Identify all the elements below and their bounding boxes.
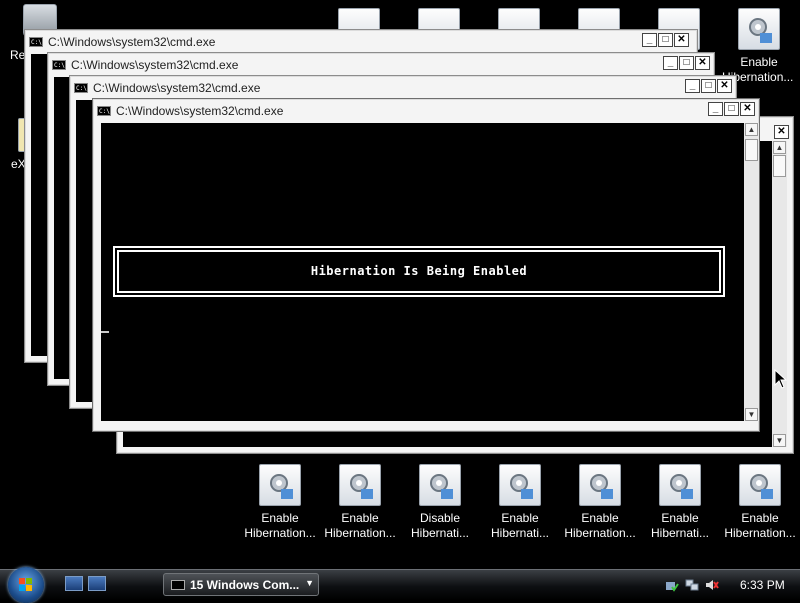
scroll-down-button[interactable]: ▼ [773,434,786,447]
clock[interactable]: 6:33 PM [740,578,785,592]
console-area[interactable]: Hibernation Is Being Enabled ▲ ▼ [101,123,759,421]
window-title: C:\Windows\system32\cmd.exe [93,81,261,95]
desktop-icon-top-6[interactable]: Enable Hibernation... [719,8,799,85]
scroll-down-button[interactable]: ▼ [745,408,758,421]
taskbar-group-label: 15 Windows Com... [190,577,300,592]
taskbar: 15 Windows Com... ▼ 6:33 PM [0,567,800,603]
network-icon[interactable] [685,578,699,592]
minimize-button[interactable]: _ [642,33,657,47]
gear-icon [419,464,461,506]
cmd-window-active[interactable]: C:\ C:\Windows\system32\cmd.exe _ □ ✕ Hi… [92,98,760,432]
icon-label-line2: Hibernati... [410,526,470,540]
chevron-down-icon: ▼ [305,578,314,588]
vertical-scrollbar[interactable]: ▲ ▼ [744,123,759,421]
icon-label-line1: Enable [581,511,619,525]
scroll-up-button[interactable]: ▲ [773,141,786,154]
desktop-icon-bottom-6[interactable]: Enable Hibernati... [640,464,720,541]
desktop-icon-bottom-4[interactable]: Enable Hibernati... [480,464,560,541]
minimize-button[interactable]: _ [685,79,700,93]
gear-icon [738,8,780,50]
window-title: C:\Windows\system32\cmd.exe [71,58,239,72]
maximize-button[interactable]: □ [658,33,673,47]
desktop-icon-bottom-1[interactable]: Enable Hibernation... [240,464,320,541]
icon-label-line2: Hibernation... [324,526,396,540]
icon-label-line2: Hibernati... [650,526,710,540]
cmd-icon: C:\ [97,106,111,116]
text-cursor [101,331,109,333]
window-title: C:\Windows\system32\cmd.exe [116,104,284,118]
maximize-button[interactable]: □ [724,102,739,116]
maximize-button[interactable]: □ [701,79,716,93]
gear-icon [739,464,781,506]
desktop-icon-bottom-3[interactable]: Disable Hibernati... [400,464,480,541]
cmd-icon: C:\ [52,60,66,70]
window-title: C:\Windows\system32\cmd.exe [48,35,216,49]
minimize-button[interactable]: _ [708,102,723,116]
cmd-icon: C:\ [29,37,43,47]
close-button[interactable]: ✕ [774,125,789,139]
cmd-icon: C:\ [74,83,88,93]
message-frame: Hibernation Is Being Enabled [113,246,725,297]
icon-label-line2: Hibernation... [564,526,636,540]
icon-label-line2: Hibernation... [244,526,316,540]
icon-label-line1: Disable [419,511,461,525]
close-button[interactable]: ✕ [740,102,755,116]
cmd-icon [171,579,185,590]
start-button[interactable] [8,567,44,603]
volume-muted-icon[interactable] [705,578,719,592]
scroll-up-button[interactable]: ▲ [745,123,758,136]
close-button[interactable]: ✕ [717,79,732,93]
top-icon-label-line1: Enable [740,55,778,69]
title-bar[interactable]: C:\ C:\Windows\system32\cmd.exe _ □ ✕ [52,56,710,74]
gear-icon [339,464,381,506]
title-bar[interactable]: C:\ C:\Windows\system32\cmd.exe _ □ ✕ [74,79,732,97]
minimize-button[interactable]: _ [663,56,678,70]
title-bar[interactable]: C:\ C:\Windows\system32\cmd.exe _ □ ✕ [97,102,755,120]
close-button[interactable]: ✕ [695,56,710,70]
icon-label-line1: Enable [261,511,299,525]
icon-label-line1: Enable [741,511,779,525]
switch-windows-icon[interactable] [88,576,106,591]
desktop-icon-bottom-5[interactable]: Enable Hibernation... [560,464,640,541]
icon-label-line1: Enable [341,511,379,525]
system-tray [665,570,719,600]
show-desktop-icon[interactable] [65,576,83,591]
windows-logo-icon [19,578,32,591]
scroll-thumb[interactable] [745,139,758,161]
gear-icon [259,464,301,506]
icon-label-line1: Enable [501,511,539,525]
taskbar-group-button[interactable]: 15 Windows Com... ▼ [163,573,319,596]
console-message: Hibernation Is Being Enabled [310,264,528,278]
icon-label-line2: Hibernati... [490,526,550,540]
icon-label-line2: Hibernation... [724,526,796,540]
network-check-icon[interactable] [665,578,679,592]
gear-icon [499,464,541,506]
icon-label-line1: Enable [661,511,699,525]
close-button[interactable]: ✕ [674,33,689,47]
desktop-icon-bottom-7[interactable]: Enable Hibernation... [720,464,800,541]
scroll-thumb[interactable] [773,155,786,177]
mouse-pointer-icon [774,369,788,389]
gear-icon [659,464,701,506]
maximize-button[interactable]: □ [679,56,694,70]
gear-icon [579,464,621,506]
vertical-scrollbar[interactable]: ▲ ▼ [772,141,787,447]
desktop-icon-bottom-2[interactable]: Enable Hibernation... [320,464,400,541]
title-bar[interactable]: C:\ C:\Windows\system32\cmd.exe _ □ ✕ [29,33,693,51]
